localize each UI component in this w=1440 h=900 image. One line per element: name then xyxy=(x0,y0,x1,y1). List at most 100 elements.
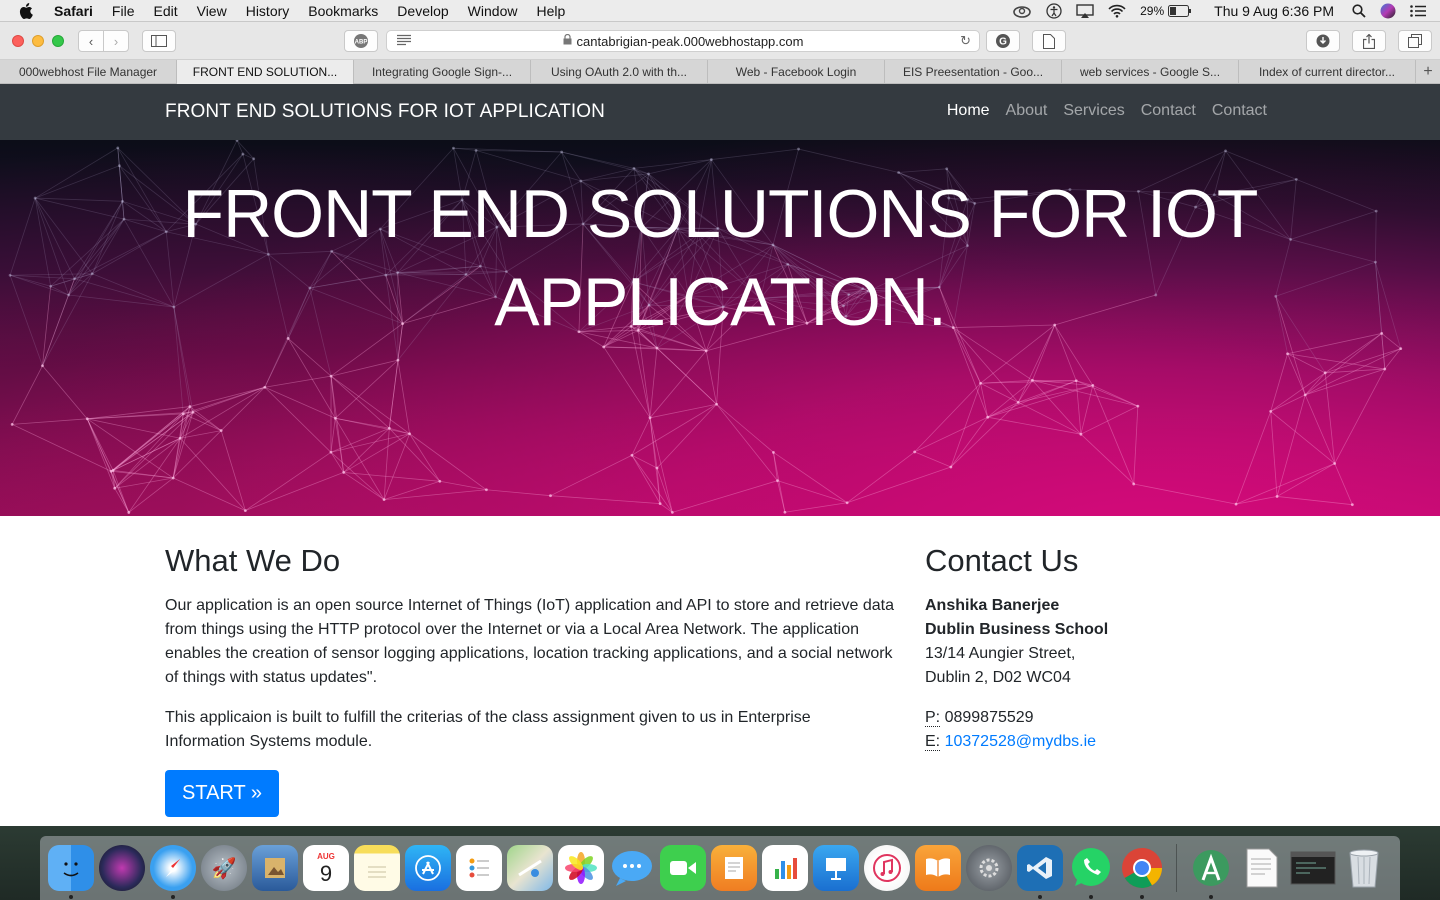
facetime-icon[interactable] xyxy=(660,845,706,891)
reader-view-icon[interactable] xyxy=(397,34,411,49)
ibooks-icon[interactable] xyxy=(915,845,961,891)
minimize-window-button[interactable] xyxy=(32,35,44,47)
grammarly-icon: G xyxy=(996,34,1010,48)
text-file-icon[interactable] xyxy=(1239,845,1285,891)
browser-toolbar: ‹ › ABP cantabrigian-peak.000webhostapp.… xyxy=(0,22,1440,60)
battery-icon[interactable] xyxy=(1168,5,1192,17)
browser-tab[interactable]: EIS Preesentation - Goo... xyxy=(885,60,1062,84)
spotlight-search-icon[interactable] xyxy=(1352,4,1366,18)
extension-button[interactable] xyxy=(1032,30,1066,52)
svg-text:G: G xyxy=(999,37,1007,48)
browser-tab[interactable]: Index of current director... xyxy=(1239,60,1416,84)
browser-tab[interactable]: web services - Google S... xyxy=(1062,60,1239,84)
nav-home[interactable]: Home xyxy=(947,102,990,120)
browser-tab[interactable]: 000webhost File Manager xyxy=(0,60,177,84)
airplay-icon[interactable] xyxy=(1076,4,1094,18)
battery-percent: 29% xyxy=(1140,4,1165,18)
clock[interactable]: Thu 9 Aug 6:36 PM xyxy=(1214,3,1334,19)
sidebar-button[interactable] xyxy=(142,30,176,52)
nav-about[interactable]: About xyxy=(1006,102,1048,120)
menu-bookmarks[interactable]: Bookmarks xyxy=(308,3,378,19)
web-page: FRONT END SOLUTIONS FOR IOT APPLICATION … xyxy=(0,84,1440,826)
finder-icon[interactable] xyxy=(48,845,94,899)
menu-help[interactable]: Help xyxy=(536,3,565,19)
menu-view[interactable]: View xyxy=(197,3,227,19)
menu-window[interactable]: Window xyxy=(468,3,518,19)
siri-icon[interactable] xyxy=(1380,3,1396,19)
contact-heading: Contact Us xyxy=(925,543,1079,578)
browser-tab-active[interactable]: FRONT END SOLUTION... xyxy=(177,60,354,84)
accessibility-icon[interactable] xyxy=(1046,3,1062,19)
contact-city: Dublin 2, D02 WC04 xyxy=(925,669,1071,686)
dock-separator xyxy=(1176,844,1177,892)
new-tab-plus-icon[interactable]: + xyxy=(1416,60,1440,83)
siri-dock-icon[interactable] xyxy=(99,845,145,891)
start-button[interactable]: START » xyxy=(165,770,280,817)
whatsapp-icon[interactable] xyxy=(1068,845,1114,899)
menu-file[interactable]: File xyxy=(112,3,135,19)
maps-icon[interactable] xyxy=(507,845,553,891)
svg-text:ABP: ABP xyxy=(355,40,368,46)
chrome-icon[interactable] xyxy=(1119,845,1165,899)
hero-title-line1: FRONT END SOLUTIONS FOR IOT xyxy=(182,176,1259,252)
terminal-window-icon[interactable] xyxy=(1290,845,1336,891)
menu-app-name[interactable]: Safari xyxy=(54,3,93,19)
grammarly-button[interactable]: G xyxy=(986,30,1020,52)
address-bar[interactable]: cantabrigian-peak.000webhostapp.com ↻ xyxy=(386,30,980,52)
hero-banner: FRONT END SOLUTIONS FOR IOT APPLICATION. xyxy=(0,140,1440,516)
vscode-icon[interactable] xyxy=(1017,845,1063,899)
page-icon xyxy=(1043,33,1055,49)
contact-name: Anshika Banerjee xyxy=(925,597,1060,614)
safari-icon[interactable] xyxy=(150,845,196,899)
desktop-background: 🚀 AUG 9 xyxy=(0,826,1440,900)
tab-overview-button[interactable] xyxy=(1398,30,1432,52)
nav-contact[interactable]: Contact xyxy=(1141,102,1196,120)
menu-develop[interactable]: Develop xyxy=(397,3,448,19)
preview-icon[interactable] xyxy=(252,845,298,891)
browser-tab[interactable]: Integrating Google Sign-... xyxy=(354,60,531,84)
nav-contact-2[interactable]: Contact xyxy=(1212,102,1267,120)
notification-center-icon[interactable] xyxy=(1410,5,1426,17)
keynote-icon[interactable] xyxy=(813,845,859,891)
close-window-button[interactable] xyxy=(12,35,24,47)
site-navbar: FRONT END SOLUTIONS FOR IOT APPLICATION … xyxy=(0,84,1440,140)
menu-history[interactable]: History xyxy=(246,3,290,19)
itunes-icon[interactable] xyxy=(864,845,910,891)
pages-icon[interactable] xyxy=(711,845,757,891)
system-preferences-icon[interactable] xyxy=(966,845,1012,891)
trash-icon[interactable] xyxy=(1341,845,1387,891)
nav-services[interactable]: Services xyxy=(1063,102,1124,120)
numbers-icon[interactable] xyxy=(762,845,808,891)
apple-icon[interactable] xyxy=(18,2,34,19)
downloads-button[interactable] xyxy=(1306,30,1340,52)
share-button[interactable] xyxy=(1352,30,1386,52)
android-studio-icon[interactable] xyxy=(1188,845,1234,899)
what-we-do-paragraph-2: This applicaion is built to fulfill the … xyxy=(165,709,811,750)
photos-icon[interactable] xyxy=(558,845,604,891)
window-controls xyxy=(12,35,64,47)
menu-edit[interactable]: Edit xyxy=(153,3,177,19)
launchpad-icon[interactable]: 🚀 xyxy=(201,845,247,891)
creative-cloud-icon[interactable] xyxy=(1012,4,1032,18)
contact-details: P: 0899875529 E: 10372528@mydbs.ie xyxy=(925,706,1275,754)
reminders-icon[interactable] xyxy=(456,845,502,891)
calendar-icon[interactable]: AUG 9 xyxy=(303,845,349,891)
what-we-do-heading: What We Do xyxy=(165,543,341,578)
app-store-icon[interactable] xyxy=(405,845,451,891)
zoom-window-button[interactable] xyxy=(52,35,64,47)
messages-icon[interactable] xyxy=(609,845,655,891)
tab-bar: 000webhost File Manager FRONT END SOLUTI… xyxy=(0,60,1440,84)
browser-tab[interactable]: Using OAuth 2.0 with th... xyxy=(531,60,708,84)
share-icon xyxy=(1363,33,1375,49)
reload-icon[interactable]: ↻ xyxy=(960,33,971,49)
email-link[interactable]: 10372528@mydbs.ie xyxy=(945,733,1096,750)
back-button[interactable]: ‹ xyxy=(78,30,104,52)
adblock-button[interactable]: ABP xyxy=(344,30,378,52)
notes-icon[interactable] xyxy=(354,845,400,891)
forward-button[interactable]: › xyxy=(103,30,129,52)
adblock-icon: ABP xyxy=(354,34,368,48)
browser-tab[interactable]: Web - Facebook Login xyxy=(708,60,885,84)
wifi-icon[interactable] xyxy=(1108,4,1126,18)
lock-icon xyxy=(563,33,572,48)
site-brand[interactable]: FRONT END SOLUTIONS FOR IOT APPLICATION xyxy=(165,101,605,123)
